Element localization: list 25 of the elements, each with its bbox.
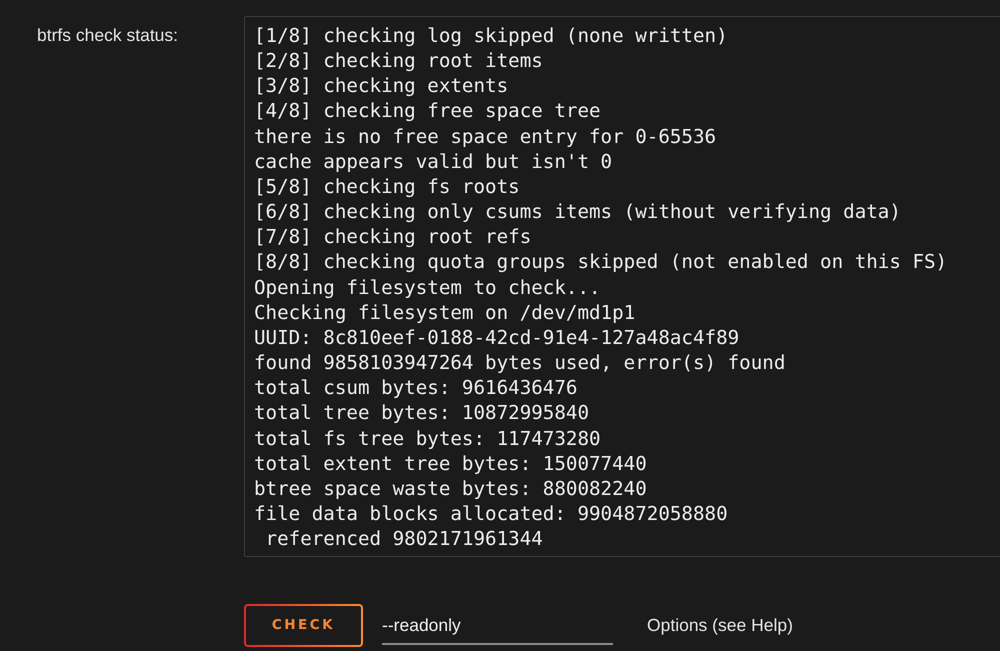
log-line: UUID: 8c810eef-0188-42cd-91e4-127a48ac4f89 <box>254 324 740 350</box>
log-line: btree space waste bytes: 880082240 <box>254 476 647 501</box>
log-line: [4/8] checking free space tree <box>254 98 601 124</box>
log-line: [7/8] checking root refs <box>254 224 532 250</box>
log-line: total tree bytes: 10872995840 <box>254 400 590 426</box>
log-line: total fs tree bytes: 117473280 <box>254 426 601 451</box>
log-line: [2/8] checking root items <box>254 48 543 74</box>
log-line: total csum bytes: 9616436476 <box>254 375 578 400</box>
log-line: Opening filesystem to check... <box>254 274 601 300</box>
log-line: cache appears valid but isn't 0 <box>254 148 612 174</box>
status-label: btrfs check status: <box>37 24 180 46</box>
log-line: file data blocks allocated: 9904872058880 <box>254 500 728 526</box>
log-line: Checking filesystem on /dev/md1p1 <box>254 300 636 325</box>
log-line: [8/8] checking quota groups skipped (not enabled on this FS) <box>254 249 948 275</box>
log-line: [5/8] checking fs roots <box>254 174 520 200</box>
log-line: there is no free space entry for 0-65536 <box>254 124 716 149</box>
options-field[interactable]: --readonly <box>382 605 613 645</box>
options-hint: Options (see Help) <box>647 614 793 636</box>
log-line: [3/8] checking extents <box>254 73 508 98</box>
log-line: [6/8] checking only csums items (without verifying data) <box>254 199 901 224</box>
log-line: found 9858103947264 bytes used, error(s) found <box>254 350 786 376</box>
log-line: total extent tree bytes: 150077440 <box>254 450 647 476</box>
log-line: referenced 9802171961344 <box>264 526 543 552</box>
check-button[interactable]: CHECK <box>244 604 363 646</box>
log-line: [1/8] checking log skipped (none written) <box>254 23 728 48</box>
